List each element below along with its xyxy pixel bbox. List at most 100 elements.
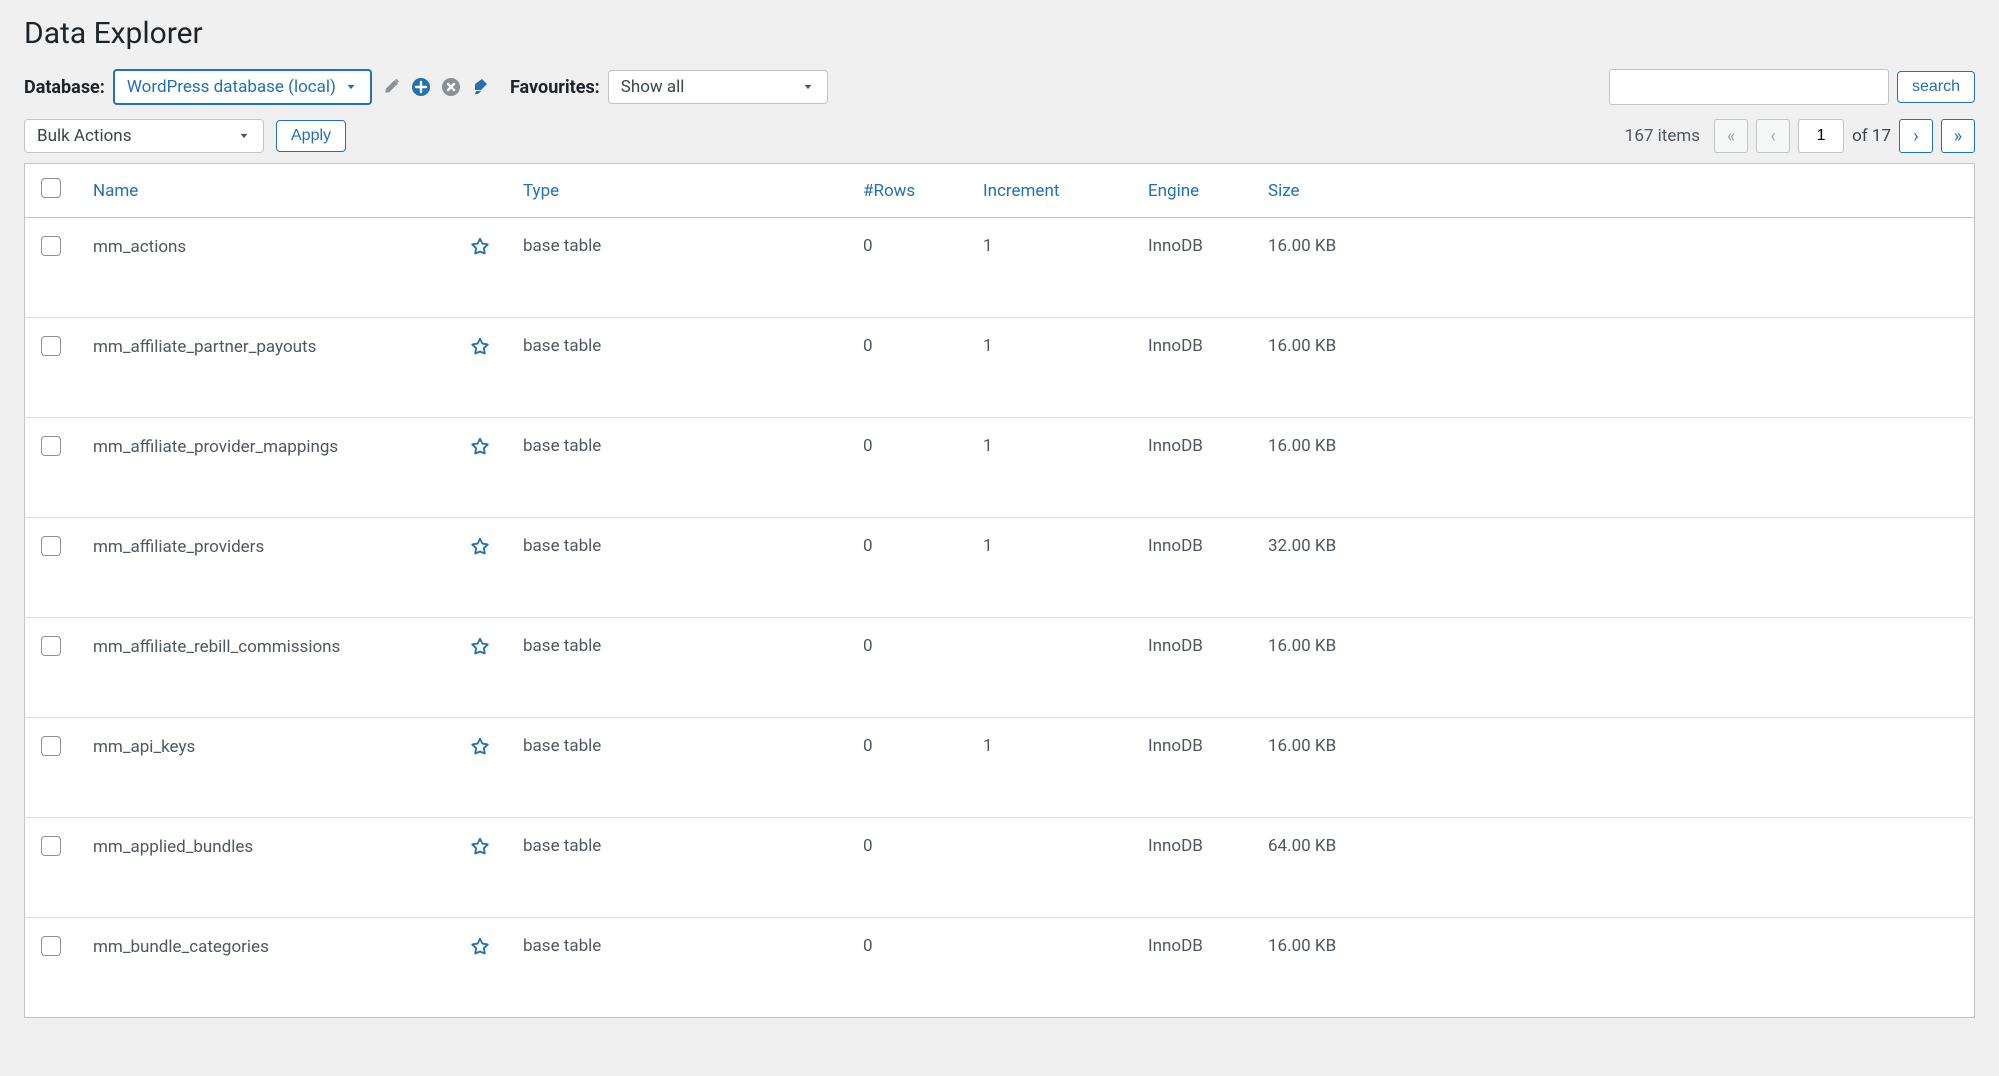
page-last-button[interactable]: »	[1941, 119, 1975, 153]
row-checkbox[interactable]	[41, 936, 61, 956]
row-increment: 1	[967, 318, 1132, 418]
row-name[interactable]: mm_actions	[93, 237, 186, 257]
row-size: 64.00 KB	[1252, 818, 1975, 918]
row-rows: 0	[847, 218, 967, 318]
chevron-down-icon	[344, 80, 358, 94]
row-rows: 0	[847, 318, 967, 418]
database-label: Database:	[24, 77, 105, 98]
page-next-button[interactable]: ›	[1899, 119, 1933, 153]
row-increment: 1	[967, 218, 1132, 318]
database-select-value: WordPress database (local)	[127, 77, 336, 97]
row-name[interactable]: mm_api_keys	[93, 737, 195, 757]
row-rows: 0	[847, 918, 967, 1018]
star-icon[interactable]	[469, 836, 491, 858]
row-size: 16.00 KB	[1252, 618, 1975, 718]
row-engine: InnoDB	[1132, 518, 1252, 618]
row-type: base table	[507, 318, 847, 418]
bulk-actions-select[interactable]: Bulk Actions	[24, 119, 264, 153]
star-icon[interactable]	[469, 536, 491, 558]
row-type: base table	[507, 418, 847, 518]
add-icon[interactable]	[410, 76, 432, 98]
chevron-down-icon	[801, 80, 815, 94]
edit-icon[interactable]	[380, 76, 402, 98]
row-name[interactable]: mm_affiliate_providers	[93, 537, 264, 557]
bulk-actions-value: Bulk Actions	[37, 126, 131, 146]
row-type: base table	[507, 618, 847, 718]
row-type: base table	[507, 918, 847, 1018]
row-name[interactable]: mm_affiliate_provider_mappings	[93, 437, 338, 457]
row-rows: 0	[847, 818, 967, 918]
star-icon[interactable]	[469, 236, 491, 258]
item-count: 167 items	[1625, 126, 1700, 146]
row-size: 16.00 KB	[1252, 218, 1975, 318]
col-engine[interactable]: Engine	[1132, 164, 1252, 218]
row-type: base table	[507, 818, 847, 918]
row-name[interactable]: mm_applied_bundles	[93, 837, 253, 857]
search-button[interactable]: search	[1897, 71, 1975, 103]
row-rows: 0	[847, 518, 967, 618]
row-engine: InnoDB	[1132, 818, 1252, 918]
row-checkbox[interactable]	[41, 836, 61, 856]
table-row: mm_api_keys base table01InnoDB16.00 KB	[25, 718, 1975, 818]
page-prev-button[interactable]: ‹	[1756, 119, 1790, 153]
row-checkbox[interactable]	[41, 636, 61, 656]
table-row: mm_affiliate_provider_mappings base table…	[25, 418, 1975, 518]
col-name[interactable]: Name	[77, 164, 507, 218]
row-increment	[967, 818, 1132, 918]
pagination: 167 items « ‹ of 17 › »	[1625, 119, 1975, 153]
table-row: mm_affiliate_providers base table01InnoDB…	[25, 518, 1975, 618]
row-increment: 1	[967, 718, 1132, 818]
favourites-select[interactable]: Show all	[608, 70, 828, 104]
row-size: 16.00 KB	[1252, 418, 1975, 518]
apply-button[interactable]: Apply	[276, 120, 346, 152]
row-checkbox[interactable]	[41, 436, 61, 456]
col-rows[interactable]: #Rows	[847, 164, 967, 218]
row-increment: 1	[967, 518, 1132, 618]
page-of-text: of 17	[1852, 126, 1891, 146]
col-type[interactable]: Type	[507, 164, 847, 218]
row-checkbox[interactable]	[41, 736, 61, 756]
search-input[interactable]	[1609, 69, 1889, 105]
toolbar-primary: Database: WordPress database (local) Fav…	[24, 69, 1975, 105]
star-icon[interactable]	[469, 636, 491, 658]
row-type: base table	[507, 718, 847, 818]
row-size: 16.00 KB	[1252, 718, 1975, 818]
star-icon[interactable]	[469, 936, 491, 958]
row-rows: 0	[847, 418, 967, 518]
row-type: base table	[507, 518, 847, 618]
clean-icon[interactable]	[470, 76, 492, 98]
row-type: base table	[507, 218, 847, 318]
row-size: 16.00 KB	[1252, 918, 1975, 1018]
row-size: 32.00 KB	[1252, 518, 1975, 618]
row-engine: InnoDB	[1132, 918, 1252, 1018]
table-row: mm_actions base table01InnoDB16.00 KB	[25, 218, 1975, 318]
favourites-select-value: Show all	[621, 77, 685, 97]
page-input[interactable]	[1798, 119, 1844, 153]
row-name[interactable]: mm_affiliate_partner_payouts	[93, 337, 316, 357]
row-rows: 0	[847, 718, 967, 818]
col-increment[interactable]: Increment	[967, 164, 1132, 218]
delete-icon[interactable]	[440, 76, 462, 98]
page-first-button[interactable]: «	[1714, 119, 1748, 153]
table-row: mm_applied_bundles base table0 InnoDB64.00…	[25, 818, 1975, 918]
select-all-checkbox[interactable]	[41, 178, 61, 198]
row-checkbox[interactable]	[41, 336, 61, 356]
star-icon[interactable]	[469, 736, 491, 758]
row-name[interactable]: mm_bundle_categories	[93, 937, 269, 957]
row-rows: 0	[847, 618, 967, 718]
star-icon[interactable]	[469, 436, 491, 458]
row-engine: InnoDB	[1132, 218, 1252, 318]
row-engine: InnoDB	[1132, 718, 1252, 818]
row-checkbox[interactable]	[41, 536, 61, 556]
table-row: mm_affiliate_rebill_commissions base tabl…	[25, 618, 1975, 718]
tables-list: Name Type #Rows Increment Engine Size mm…	[24, 163, 1975, 1018]
col-size[interactable]: Size	[1252, 164, 1975, 218]
star-icon[interactable]	[469, 336, 491, 358]
row-name[interactable]: mm_affiliate_rebill_commissions	[93, 637, 340, 657]
row-checkbox[interactable]	[41, 236, 61, 256]
page-title: Data Explorer	[24, 16, 1975, 51]
row-engine: InnoDB	[1132, 618, 1252, 718]
row-engine: InnoDB	[1132, 418, 1252, 518]
database-select[interactable]: WordPress database (local)	[113, 69, 372, 105]
row-increment	[967, 618, 1132, 718]
